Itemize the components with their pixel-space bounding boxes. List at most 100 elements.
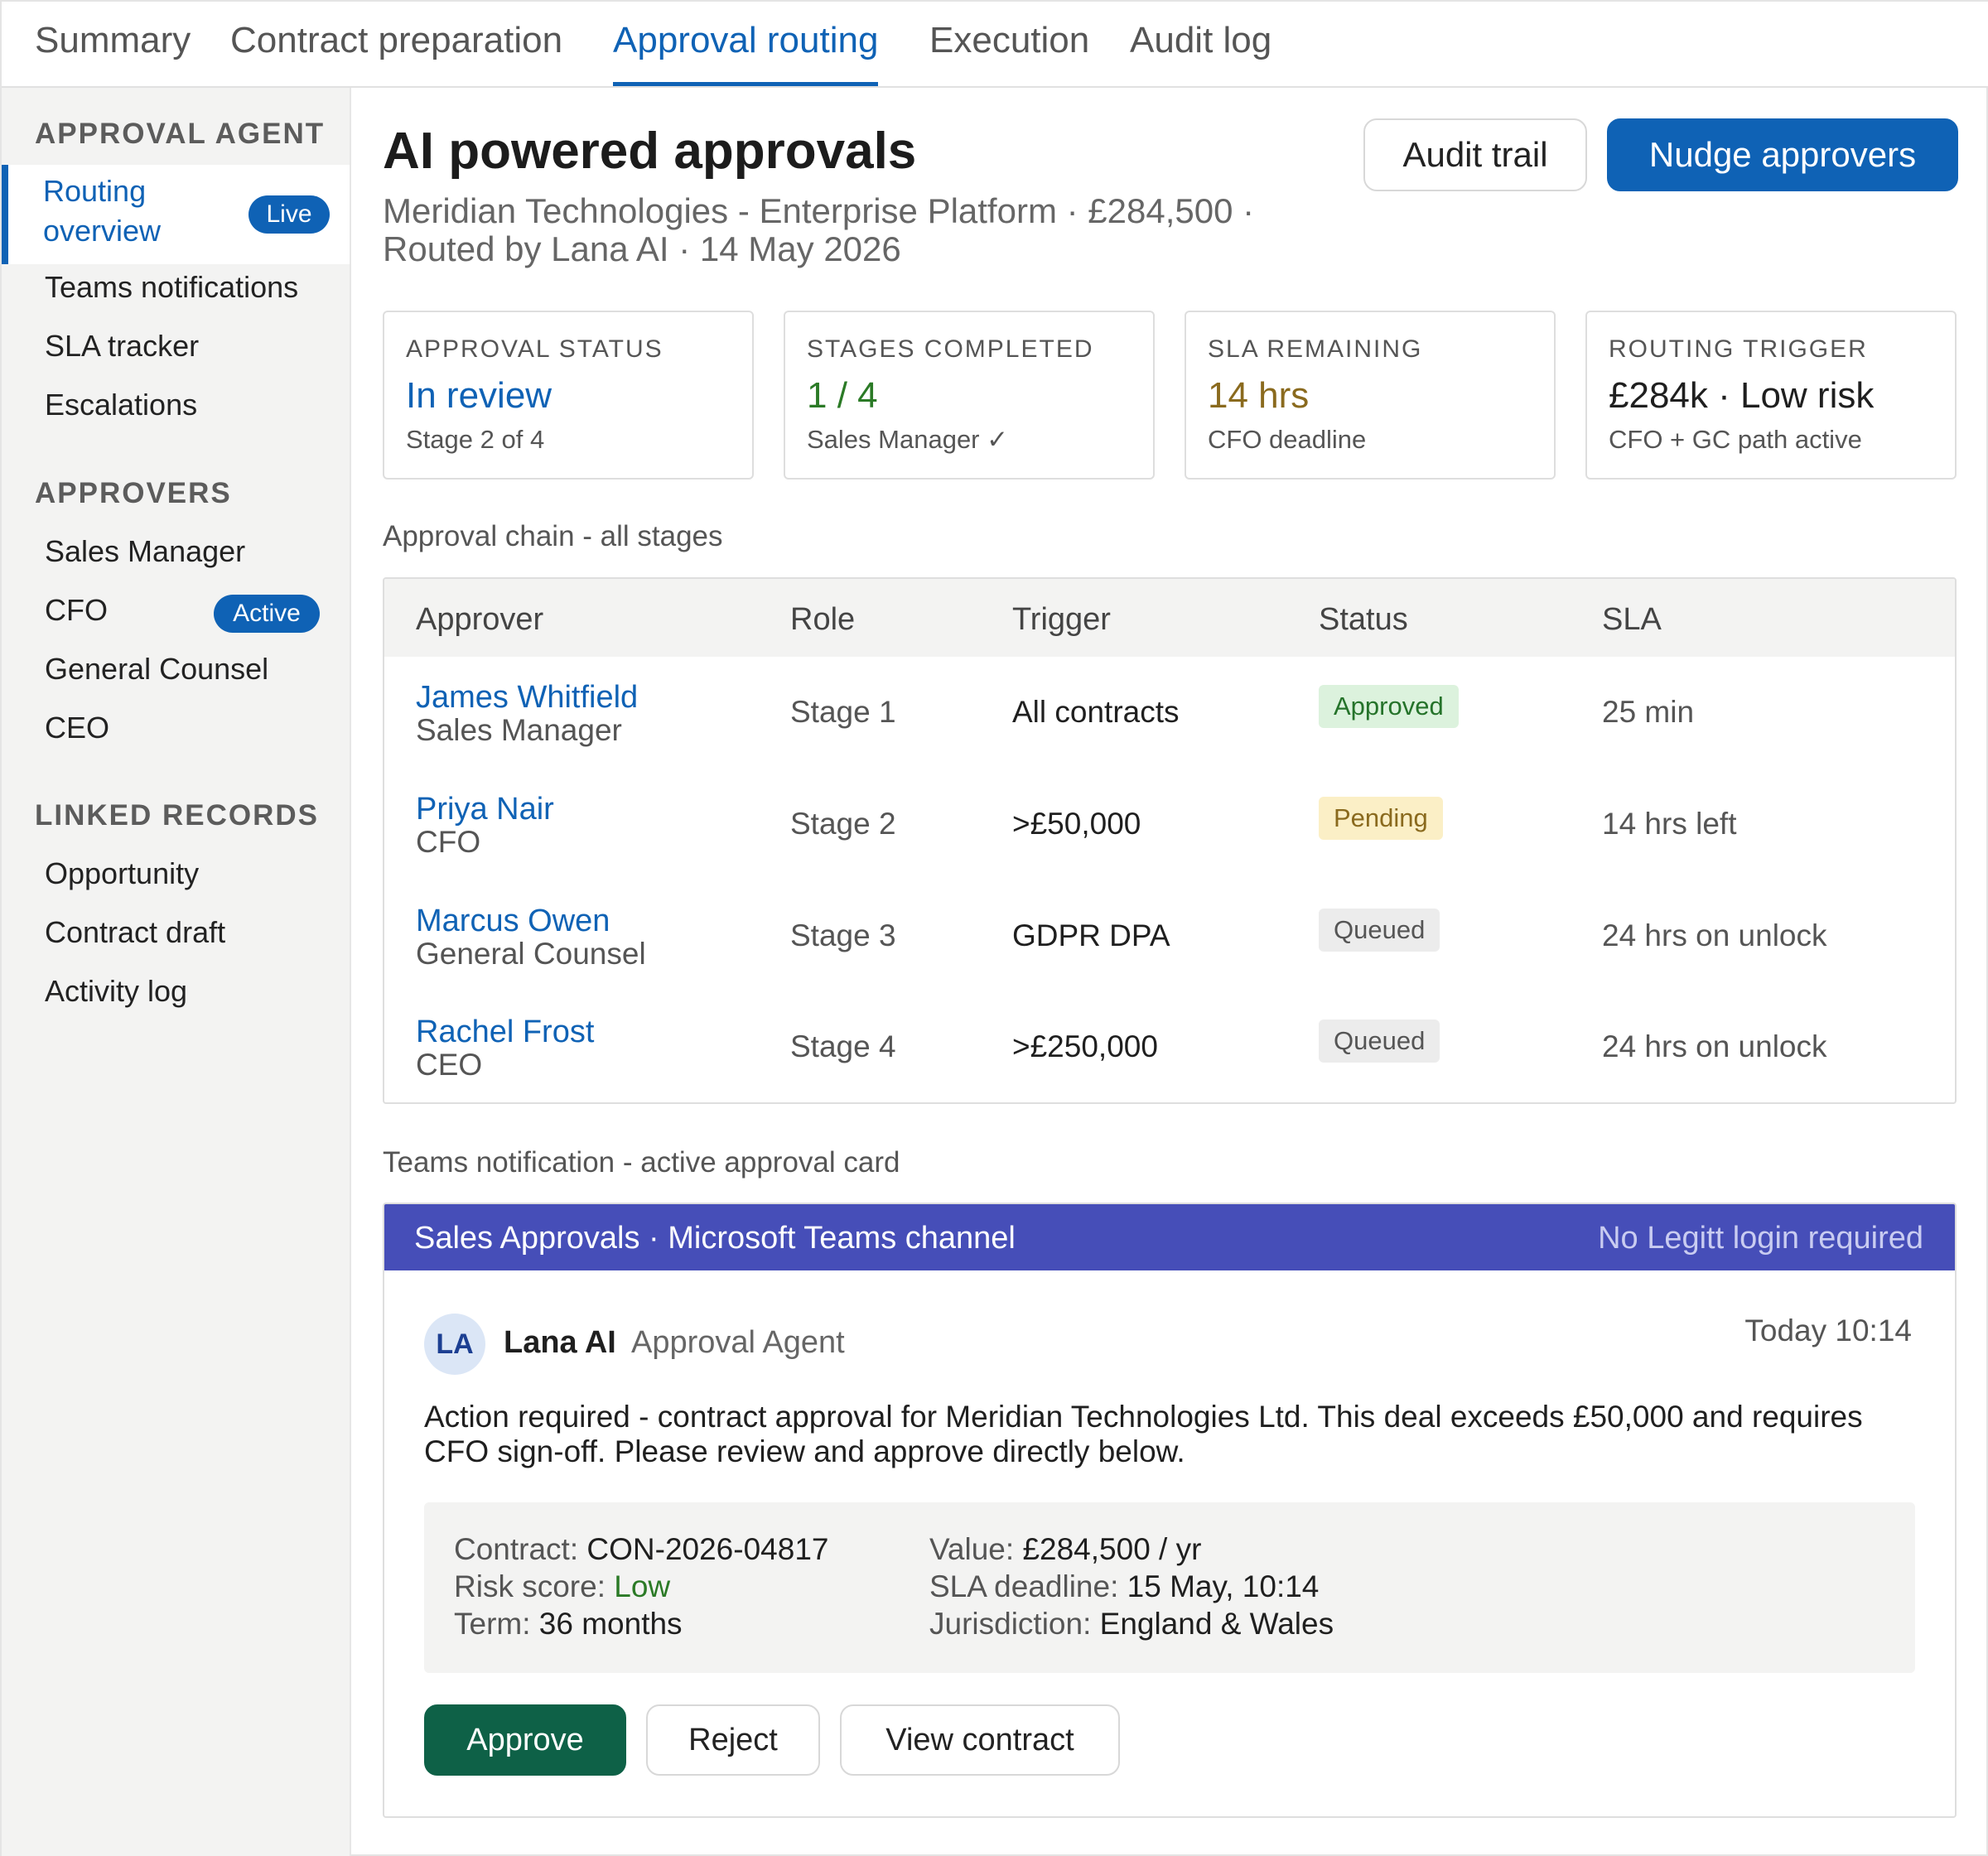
column-header-role: Role <box>790 602 856 637</box>
detail-label: SLA deadline: <box>929 1569 1119 1603</box>
view-contract-button[interactable]: View contract <box>840 1704 1120 1776</box>
detail-label: Contract: <box>454 1532 579 1566</box>
approver-trigger: GDPR DPA <box>1012 918 1170 952</box>
detail-value: 36 months <box>538 1607 683 1641</box>
tab-contract-preparation[interactable]: Contract preparation <box>230 20 562 84</box>
sidebar-item-ceo[interactable]: CEO <box>45 711 109 745</box>
approver-title: CEO <box>416 1048 483 1082</box>
stat-sub: Sales Manager ✓ <box>807 425 1009 454</box>
detail-value: Low <box>614 1569 671 1603</box>
stat-value: In review <box>406 375 552 416</box>
table-header: Approver Role Trigger Status SLA <box>384 579 1955 657</box>
teams-card-caption: Teams notification - active approval car… <box>383 1146 900 1179</box>
approver-stage: Stage 3 <box>790 918 896 952</box>
sidebar-item-opportunity[interactable]: Opportunity <box>45 856 199 891</box>
subtitle-line-1: Meridian Technologies - Enterprise Platf… <box>383 191 1255 230</box>
detail-label: Value: <box>929 1532 1015 1566</box>
detail-jurisdiction: Jurisdiction: England & Wales <box>929 1607 1334 1641</box>
approver-trigger: >£50,000 <box>1012 807 1141 841</box>
sidebar-item-teams-notifications[interactable]: Teams notifications <box>45 270 298 305</box>
sidebar: APPROVAL AGENT Routing overview Live Tea… <box>2 88 351 1856</box>
detail-value: £284,500 / yr <box>1022 1532 1202 1566</box>
tab-approval-routing[interactable]: Approval routing <box>613 20 879 86</box>
detail-sla-deadline: SLA deadline: 15 May, 10:14 <box>929 1569 1319 1604</box>
column-header-approver: Approver <box>416 602 544 637</box>
stat-label: SLA REMAINING <box>1208 335 1423 363</box>
message-sender: Lana AI <box>504 1325 616 1360</box>
sidebar-item-cfo[interactable]: CFO <box>45 593 108 628</box>
stat-card-routing-trigger: ROUTING TRIGGER £284k · Low risk CFO + G… <box>1585 311 1957 480</box>
sidebar-item-contract-draft[interactable]: Contract draft <box>45 915 225 950</box>
status-badge: Pending <box>1319 797 1443 840</box>
sidebar-item-sales-manager[interactable]: Sales Manager <box>45 534 245 569</box>
approver-stage: Stage 1 <box>790 695 896 729</box>
stat-value: 14 hrs <box>1208 375 1310 416</box>
stat-card-sla-remaining: SLA REMAINING 14 hrs CFO deadline <box>1185 311 1556 480</box>
top-tab-bar: Summary Contract preparation Approval ro… <box>2 2 1988 88</box>
stat-value: 1 / 4 <box>807 375 878 416</box>
sidebar-item-sla-tracker[interactable]: SLA tracker <box>45 329 199 364</box>
status-badge: Approved <box>1319 685 1459 728</box>
sidebar-item-label: Routing overview <box>43 174 162 248</box>
detail-value-amount: Value: £284,500 / yr <box>929 1532 1201 1567</box>
message-timestamp: Today 10:14 <box>1744 1314 1912 1347</box>
stat-label: APPROVAL STATUS <box>406 335 663 363</box>
approver-stage: Stage 4 <box>790 1029 896 1063</box>
sidebar-section-linked-records: LINKED RECORDS <box>35 799 320 832</box>
app-window: Summary Contract preparation Approval ro… <box>0 0 1988 1856</box>
sidebar-item-escalations[interactable]: Escalations <box>45 388 197 422</box>
approver-sla: 14 hrs left <box>1602 807 1737 841</box>
approver-name-link[interactable]: James Whitfield <box>416 680 638 716</box>
tab-execution[interactable]: Execution <box>929 20 1089 84</box>
approver-name-link[interactable]: Rachel Frost <box>416 1015 594 1050</box>
tab-audit-log[interactable]: Audit log <box>1130 20 1271 84</box>
sidebar-item-activity-log[interactable]: Activity log <box>45 974 187 1009</box>
column-header-trigger: Trigger <box>1012 602 1111 637</box>
teams-channel-bar: Sales Approvals · Microsoft Teams channe… <box>384 1204 1955 1270</box>
nudge-approvers-button[interactable]: Nudge approvers <box>1607 118 1958 191</box>
live-badge: Live <box>248 195 330 234</box>
tab-summary[interactable]: Summary <box>35 20 191 84</box>
approver-trigger: All contracts <box>1012 695 1180 729</box>
avatar: LA <box>424 1314 485 1375</box>
stat-card-approval-status: APPROVAL STATUS In review Stage 2 of 4 <box>383 311 754 480</box>
approval-chain-caption: Approval chain - all stages <box>383 520 723 552</box>
page-subtitle: Meridian Technologies - Enterprise Platf… <box>383 192 1344 268</box>
status-badge: Queued <box>1319 909 1440 952</box>
column-header-sla: SLA <box>1602 602 1662 637</box>
detail-risk-score: Risk score: Low <box>454 1569 670 1604</box>
active-badge: Active <box>214 595 320 633</box>
approver-name-link[interactable]: Priya Nair <box>416 792 554 827</box>
reject-button[interactable]: Reject <box>646 1704 820 1776</box>
approver-title: CFO <box>416 825 481 859</box>
stat-card-stages-completed: STAGES COMPLETED 1 / 4 Sales Manager ✓ <box>784 311 1155 480</box>
stat-label: ROUTING TRIGGER <box>1609 335 1868 363</box>
approve-button[interactable]: Approve <box>424 1704 626 1776</box>
approver-stage: Stage 2 <box>790 807 896 841</box>
status-badge: Queued <box>1319 1020 1440 1063</box>
table-row: Rachel Frost CEO Stage 4 >£250,000 Queue… <box>384 1013 1955 1102</box>
approver-name-link[interactable]: Marcus Owen <box>416 904 610 939</box>
detail-contract: Contract: CON-2026-04817 <box>454 1532 828 1567</box>
stat-sub: CFO + GC path active <box>1609 425 1862 454</box>
approver-sla: 25 min <box>1602 695 1695 729</box>
detail-label: Risk score: <box>454 1569 606 1603</box>
detail-label: Term: <box>454 1607 531 1641</box>
message-sender-role: Approval Agent <box>631 1325 845 1360</box>
approver-sla: 24 hrs on unlock <box>1602 1029 1827 1063</box>
column-header-status: Status <box>1319 602 1408 637</box>
no-login-note: No Legitt login required <box>1598 1221 1923 1256</box>
detail-label: Jurisdiction: <box>929 1607 1092 1641</box>
stat-value: £284k · Low risk <box>1609 375 1875 416</box>
approval-chain-table: Approver Role Trigger Status SLA James W… <box>383 577 1957 1104</box>
subtitle-line-2: Routed by Lana AI · 14 May 2026 <box>383 229 901 268</box>
teams-channel-name: Sales Approvals · Microsoft Teams channe… <box>414 1221 1016 1256</box>
message-body: Action required - contract approval for … <box>424 1400 1863 1468</box>
sidebar-item-general-counsel[interactable]: General Counsel <box>45 652 268 687</box>
stat-label: STAGES COMPLETED <box>807 335 1094 363</box>
teams-approval-card: Sales Approvals · Microsoft Teams channe… <box>383 1203 1957 1818</box>
audit-trail-button[interactable]: Audit trail <box>1363 118 1587 191</box>
approver-title: General Counsel <box>416 937 646 971</box>
stat-sub: Stage 2 of 4 <box>406 425 545 454</box>
table-row: James Whitfield Sales Manager Stage 1 Al… <box>384 678 1955 789</box>
